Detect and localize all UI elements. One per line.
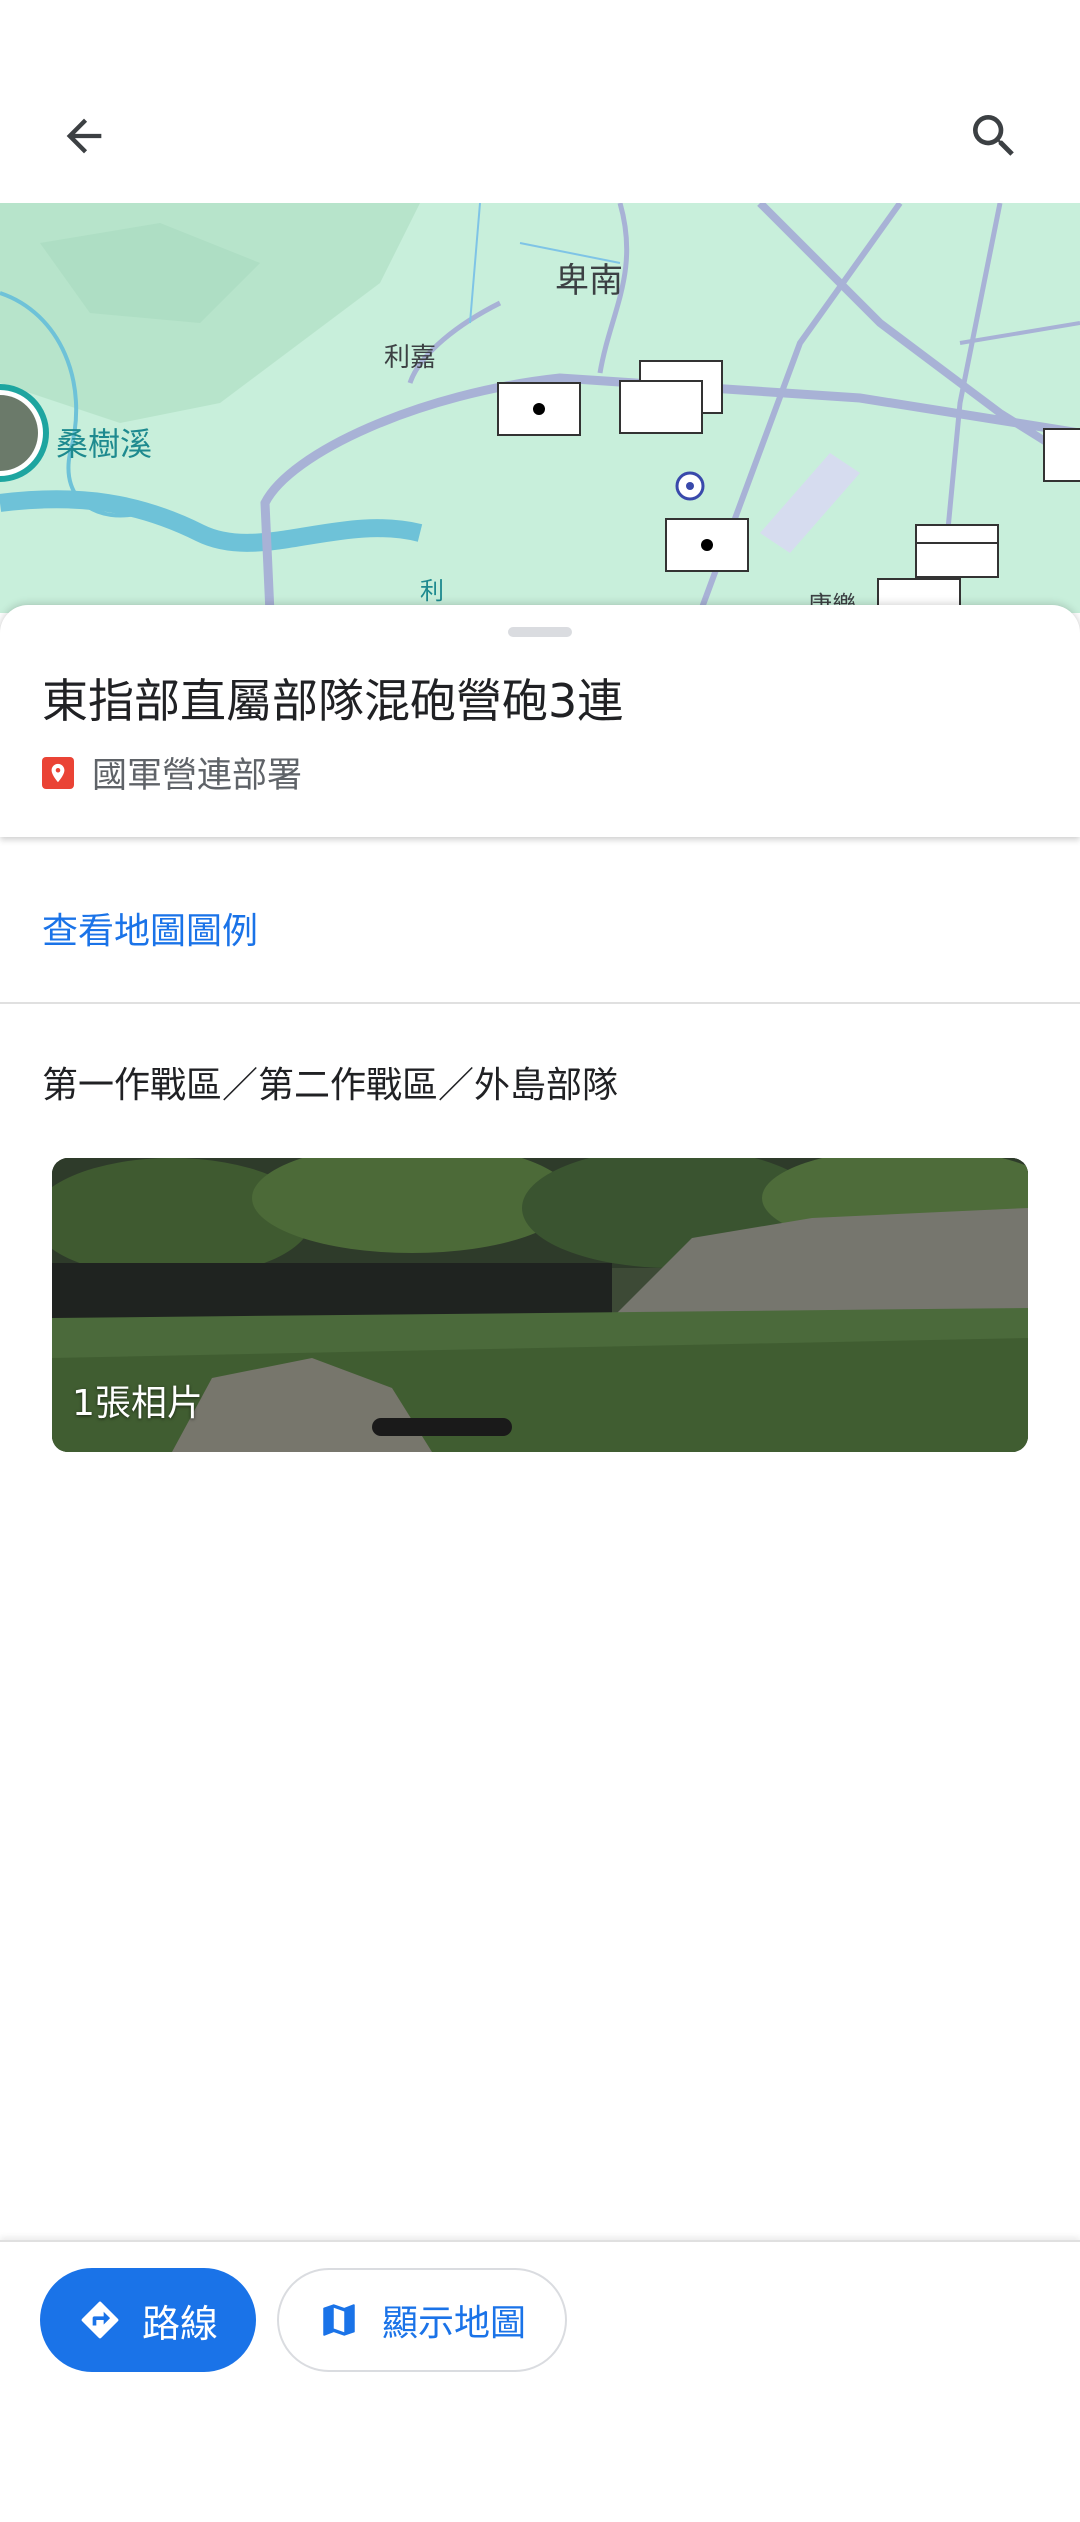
map-label-sangshuxi: 桑樹溪 <box>56 425 153 463</box>
map-label-lijia: 利嘉 <box>384 343 437 373</box>
region-description: 第一作戰區／第二作戰區／外島部隊 <box>42 1065 619 1106</box>
route-button[interactable]: 路線 <box>40 2268 256 2372</box>
top-toolbar <box>0 0 1080 203</box>
map-label-beinan: 卑南 <box>555 261 623 301</box>
map-label-river: 利 <box>420 577 444 605</box>
show-map-button[interactable]: 顯示地圖 <box>277 2268 567 2372</box>
arrow-back-icon <box>66 118 102 154</box>
category-label: 國軍營連部署 <box>92 756 303 796</box>
map-canvas <box>0 203 1080 613</box>
photo-count-label: 1張相片 <box>72 1383 203 1424</box>
bottom-action-bar: 路線 顯示地圖 <box>0 2240 1080 2522</box>
place-info-sheet[interactable]: 東指部直屬部隊混砲營砲3連 國軍營連部署 <box>0 605 1080 837</box>
map-pin-icon <box>42 756 74 789</box>
photo-card[interactable]: 1張相片 <box>52 1158 1028 1452</box>
show-map-label: 顯示地圖 <box>381 2303 526 2344</box>
search-icon <box>973 115 1014 156</box>
route-label: 路線 <box>141 2301 218 2346</box>
directions-icon <box>81 2301 119 2339</box>
section-divider <box>0 1002 1080 1004</box>
place-title: 東指部直屬部隊混砲營砲3連 <box>42 674 624 728</box>
place-category: 國軍營連部署 <box>42 747 302 798</box>
map-icon <box>323 2304 355 2336</box>
map-view[interactable]: 卑南 利嘉 桑樹溪 康樂 利 <box>0 203 1080 613</box>
back-button[interactable] <box>52 104 116 168</box>
search-button[interactable] <box>962 104 1026 168</box>
drag-handle[interactable] <box>508 627 572 637</box>
map-legend-link[interactable]: 查看地圖圖例 <box>42 902 258 954</box>
